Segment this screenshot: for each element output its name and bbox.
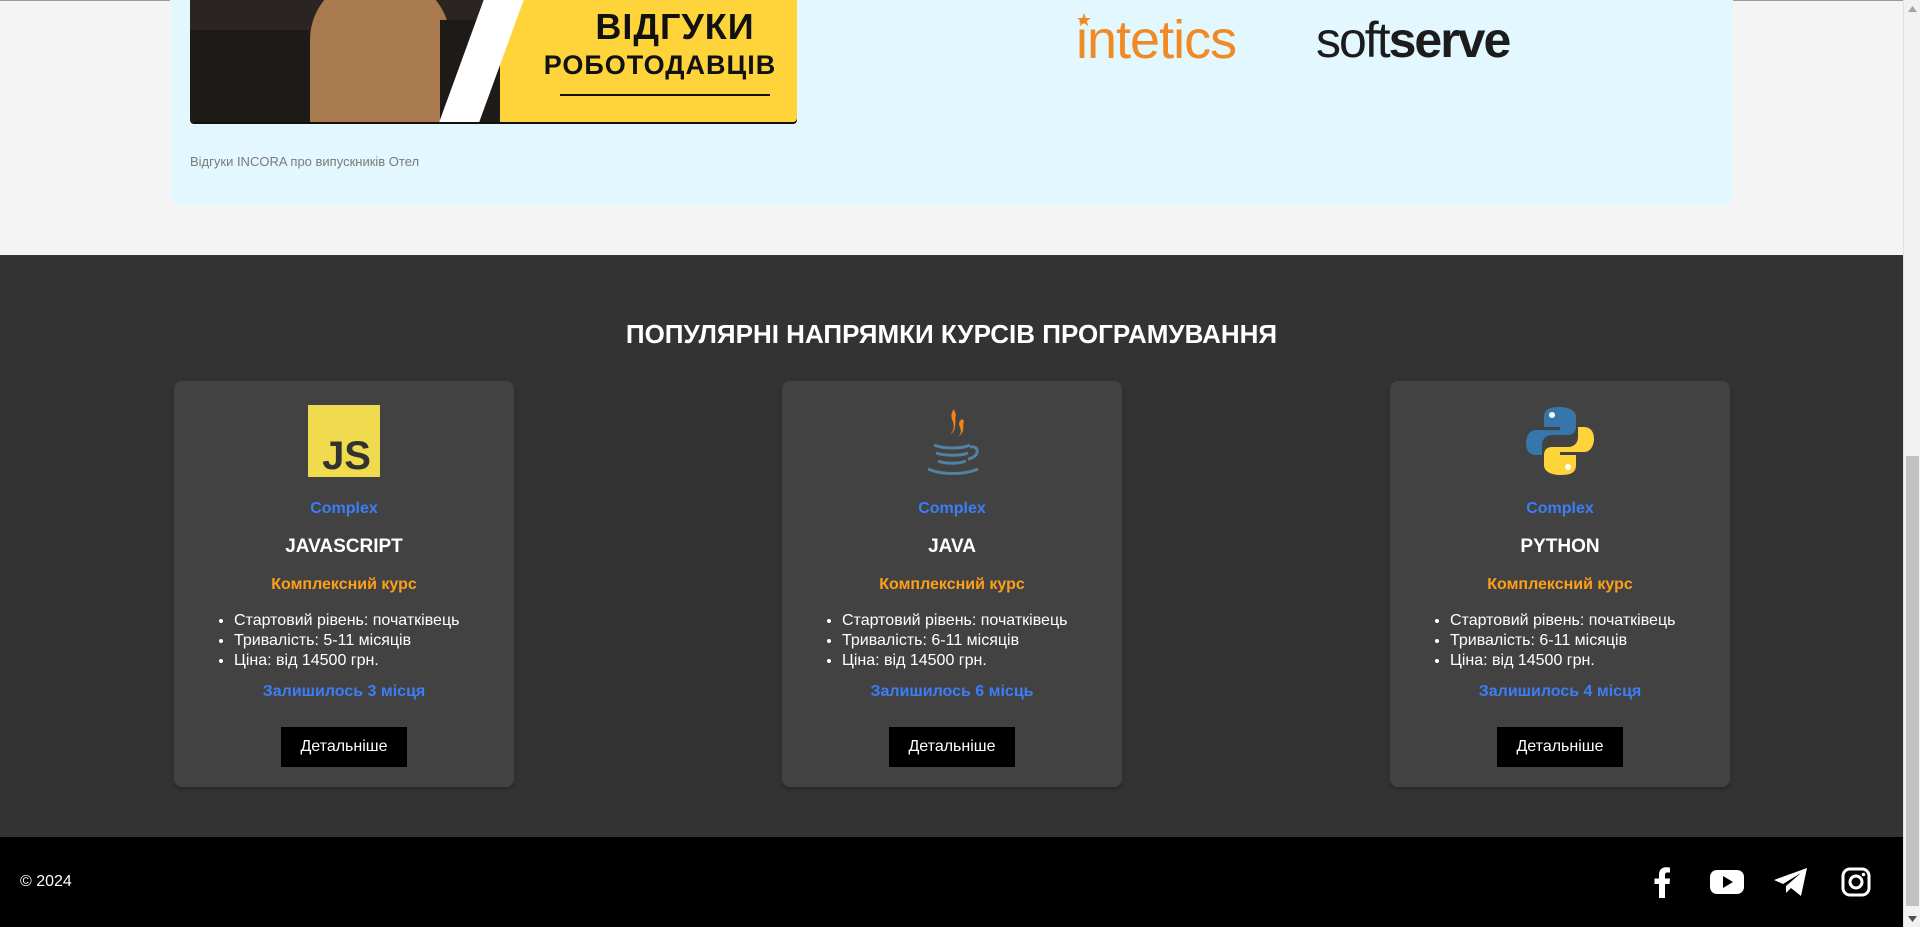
video-heading-line2: РОБОТОДАВЦІВ	[543, 50, 777, 80]
details-button[interactable]: Детальніше	[1497, 727, 1623, 767]
review-caption: Відгуки INCORA про випускників Отел	[190, 154, 420, 169]
feature-price: Ціна: від 14500 грн.	[842, 651, 1112, 671]
python-icon	[1524, 405, 1596, 477]
seats-remaining: Залишилось 6 місць	[870, 683, 1034, 700]
seats-remaining: Залишилось 4 місця	[1478, 683, 1642, 700]
intetics-logo: ★ intetics	[1076, 10, 1237, 70]
course-subtitle: Комплексний курс	[879, 576, 1025, 593]
course-subtitle: Комплексний курс	[271, 576, 417, 593]
feature-duration: Тривалість: 6-11 місяців	[1450, 631, 1720, 651]
svg-text:JS: JS	[322, 434, 371, 477]
youtube-icon[interactable]	[1709, 864, 1745, 900]
page-scrollbar[interactable]	[1903, 0, 1920, 927]
javascript-icon: JS	[308, 405, 380, 478]
popular-courses-section: ПОПУЛЯРНІ НАПРЯМКИ КУРСІВ ПРОГРАМУВАННЯ …	[0, 255, 1903, 837]
details-button[interactable]: Детальніше	[889, 727, 1015, 767]
section-title: ПОПУЛЯРНІ НАПРЯМКИ КУРСІВ ПРОГРАМУВАННЯ	[625, 319, 1278, 349]
feature-level: Стартовий рівень: початківець	[1450, 611, 1720, 631]
scroll-up-arrow-icon[interactable]	[1904, 0, 1920, 17]
footer: © 2024	[0, 837, 1903, 927]
course-card-javascript: JS Complex JAVASCRIPT Комплексний курс С…	[174, 381, 514, 787]
reviews-panel: ВІДГУКИ РОБОТОДАВЦІВ Відгуки INCORA про …	[170, 0, 1733, 205]
feature-duration: Тривалість: 6-11 місяців	[842, 631, 1112, 651]
instagram-icon[interactable]	[1838, 864, 1874, 900]
course-features: Стартовий рівень: початківець Тривалість…	[1450, 611, 1720, 671]
scrollbar-thumb[interactable]	[1906, 456, 1919, 906]
softserve-logo: soft serve	[1316, 12, 1511, 68]
feature-level: Стартовий рівень: початківець	[234, 611, 504, 631]
java-icon	[916, 405, 988, 477]
course-tag: Complex	[1526, 500, 1594, 517]
course-features: Стартовий рівень: початківець Тривалість…	[234, 611, 504, 671]
video-heading-line1: ВІДГУКИ	[595, 6, 755, 47]
telegram-icon[interactable]	[1773, 864, 1809, 900]
star-icon: ★	[1076, 10, 1092, 30]
course-name: JAVA	[928, 536, 976, 557]
seats-remaining: Залишилось 3 місця	[262, 683, 426, 700]
feature-price: Ціна: від 14500 грн.	[234, 651, 504, 671]
course-name: JAVASCRIPT	[285, 536, 403, 557]
course-tag: Complex	[918, 500, 986, 517]
course-name: PYTHON	[1520, 536, 1600, 557]
details-button[interactable]: Детальніше	[281, 727, 407, 767]
course-card-python: Complex PYTHON Комплексний курс Стартови…	[1390, 381, 1730, 787]
feature-price: Ціна: від 14500 грн.	[1450, 651, 1720, 671]
feature-level: Стартовий рівень: початківець	[842, 611, 1112, 631]
course-tag: Complex	[310, 500, 378, 517]
course-features: Стартовий рівень: початківець Тривалість…	[842, 611, 1112, 671]
scroll-down-arrow-icon[interactable]	[1904, 910, 1920, 927]
reviews-section: ВІДГУКИ РОБОТОДАВЦІВ Відгуки INCORA про …	[0, 0, 1903, 255]
review-video-thumbnail[interactable]: ВІДГУКИ РОБОТОДАВЦІВ	[190, 0, 797, 122]
course-card-java: Complex JAVA Комплексний курс Стартовий …	[782, 381, 1122, 787]
feature-duration: Тривалість: 5-11 місяців	[234, 631, 504, 651]
course-subtitle: Комплексний курс	[1487, 576, 1633, 593]
facebook-icon[interactable]	[1644, 864, 1680, 900]
copyright: © 2024	[20, 873, 72, 890]
